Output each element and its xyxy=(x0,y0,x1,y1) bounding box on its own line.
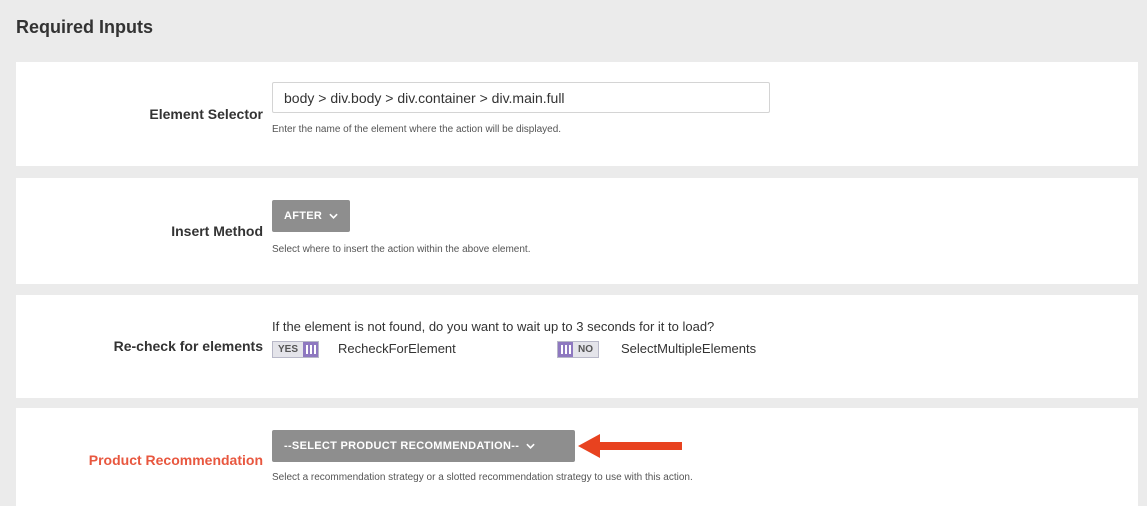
product-recommendation-value: --SELECT PRODUCT RECOMMENDATION-- xyxy=(284,440,520,452)
insert-method-dropdown[interactable]: AFTER xyxy=(272,200,351,232)
insert-method-help: Select where to insert the action within… xyxy=(272,244,531,255)
element-selector-section: Element Selector Enter the name of the e… xyxy=(16,62,1138,166)
insert-method-label: Insert Method xyxy=(171,223,263,239)
element-selector-input[interactable] xyxy=(272,82,770,113)
toggle-no-text: NO xyxy=(573,342,598,357)
product-recommendation-dropdown[interactable]: --SELECT PRODUCT RECOMMENDATION-- xyxy=(272,430,575,462)
toggle-grip-icon xyxy=(303,342,319,357)
insert-method-value: AFTER xyxy=(284,210,323,222)
toggle-grip-icon xyxy=(558,342,573,357)
recheck-question: If the element is not found, do you want… xyxy=(272,319,715,334)
recheck-toggle[interactable]: YES xyxy=(272,341,320,358)
element-selector-help: Enter the name of the element where the … xyxy=(272,124,562,135)
chevron-down-icon xyxy=(329,213,338,219)
toggle-yes-text: YES xyxy=(273,342,304,357)
section-title: Required Inputs xyxy=(16,17,154,37)
element-selector-label: Element Selector xyxy=(149,106,263,122)
red-arrow-icon xyxy=(578,434,682,458)
select-multiple-toggle-label: SelectMultipleElements xyxy=(621,341,757,356)
recheck-section: Re-check for elements If the element is … xyxy=(16,295,1138,398)
recheck-label: Re-check for elements xyxy=(113,338,263,354)
product-recommendation-help: Select a recommendation strategy or a sl… xyxy=(272,472,693,483)
insert-method-section: Insert Method AFTER Select where to inse… xyxy=(16,178,1138,284)
section-header: Required Inputs xyxy=(0,0,1147,57)
select-multiple-toggle[interactable]: NO xyxy=(557,341,599,358)
recheck-toggle-label: RecheckForElement xyxy=(338,341,456,356)
product-recommendation-section: Product Recommendation --SELECT PRODUCT … xyxy=(16,408,1138,506)
product-recommendation-label: Product Recommendation xyxy=(88,452,263,468)
chevron-down-icon xyxy=(526,443,535,449)
